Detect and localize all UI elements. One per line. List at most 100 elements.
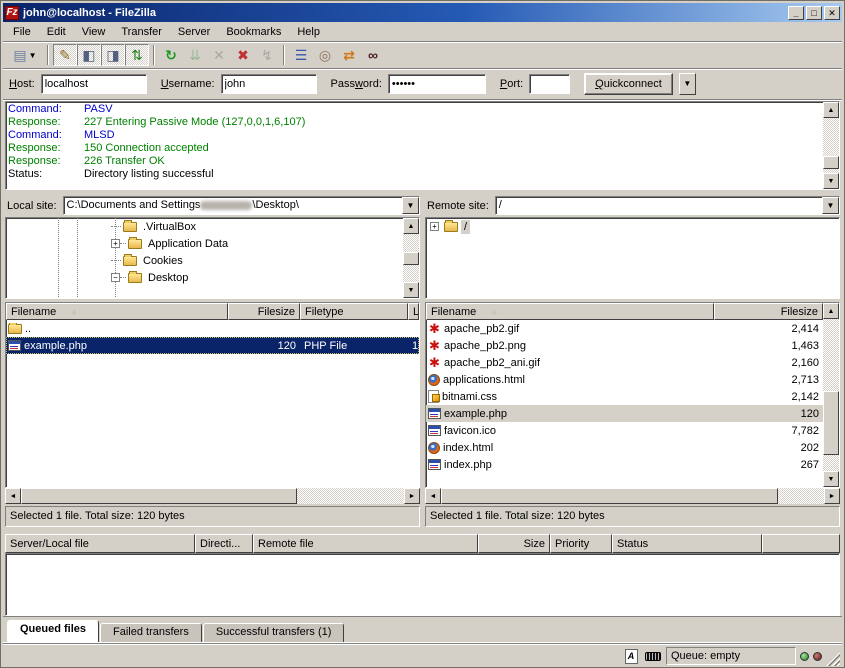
password-input[interactable] [388, 74, 486, 94]
column-header-filesize[interactable]: Filesize [228, 303, 300, 320]
port-input[interactable] [529, 74, 570, 94]
column-header-server-local-file[interactable]: Server/Local file [5, 534, 195, 553]
toggle-queue-view-button[interactable]: ⇅ [125, 44, 149, 66]
local-list-header: Filename▲ Filesize Filetype L [6, 303, 419, 320]
speed-limit-icon[interactable] [644, 648, 662, 664]
scroll-down-icon[interactable]: ▼ [403, 282, 419, 298]
log-scrollbar[interactable]: ▲ ▼ [823, 102, 839, 189]
tree-item-application-data[interactable]: + Application Data [6, 235, 403, 252]
quickconnect-button[interactable]: Quickconnect [584, 73, 673, 95]
host-input[interactable] [41, 74, 147, 94]
filezilla-window: Fz john@localhost - FileZilla _ □ ✕ File… [0, 0, 845, 668]
resize-grip[interactable] [826, 652, 840, 666]
scroll-down-icon[interactable]: ▼ [823, 173, 839, 189]
file-row[interactable]: index.html 202 [426, 439, 823, 456]
scroll-left-icon[interactable]: ◄ [5, 488, 21, 504]
site-manager-button[interactable]: ▤ ▼ [7, 44, 43, 66]
local-site-combo[interactable]: C:\Documents and Settings\Desktop\ ▼ [63, 196, 420, 215]
maximize-button[interactable]: □ [806, 6, 822, 20]
tab-queued-files[interactable]: Queued files [7, 620, 99, 642]
reconnect-button[interactable]: ↯ [255, 44, 279, 66]
toggle-local-tree-button[interactable]: ◧ [77, 44, 101, 66]
toggle-log-view-button[interactable]: ✎ [53, 44, 77, 66]
synchronized-browsing-button[interactable]: ⇄ [337, 44, 361, 66]
column-header-size[interactable]: Size [478, 534, 550, 553]
chevron-down-icon[interactable]: ▼ [402, 197, 419, 214]
scroll-up-icon[interactable]: ▲ [403, 218, 419, 234]
process-queue-button[interactable]: ⇊ [183, 44, 207, 66]
column-header-remote-file[interactable]: Remote file [253, 534, 478, 553]
file-row-parent-dir[interactable]: .. [6, 320, 419, 337]
tab-failed-transfers[interactable]: Failed transfers [100, 623, 202, 642]
file-row-example-php[interactable]: example.php 120 PHP File 1 [6, 337, 419, 354]
column-header-filesize[interactable]: Filesize [714, 303, 823, 320]
refresh-button[interactable]: ↻ [159, 44, 183, 66]
menu-view[interactable]: View [74, 23, 114, 41]
file-row[interactable]: ✱apache_pb2_ani.gif 2,160 [426, 354, 823, 371]
local-tree-scrollbar[interactable]: ▲ ▼ [403, 218, 419, 298]
file-row[interactable]: favicon.ico 7,782 [426, 422, 823, 439]
column-header-filetype[interactable]: Filetype [300, 303, 408, 320]
file-row[interactable]: ✱apache_pb2.gif 2,414 [426, 320, 823, 337]
firefox-html-icon [428, 442, 440, 454]
file-row-example-php[interactable]: example.php 120 [426, 405, 823, 422]
scrollbar-thumb[interactable] [403, 252, 419, 265]
column-header-status[interactable]: Status [612, 534, 762, 553]
directory-comparison-button[interactable]: ◎ [313, 44, 337, 66]
chevron-down-icon[interactable]: ▼ [822, 197, 839, 214]
remote-list-scrollbar[interactable]: ▲ ▼ [823, 303, 839, 487]
username-input[interactable] [221, 74, 317, 94]
column-header-filename[interactable]: Filename▲ [426, 303, 714, 320]
remote-site-label: Remote site: [425, 200, 493, 212]
local-hscrollbar[interactable]: ◄ ► [5, 488, 420, 504]
log-text: 226 Transfer OK [84, 155, 165, 168]
menu-file[interactable]: File [5, 23, 39, 41]
column-header-direction[interactable]: Directi... [195, 534, 253, 553]
toggle-remote-tree-button[interactable]: ◨ [101, 44, 125, 66]
scroll-up-icon[interactable]: ▲ [823, 303, 839, 319]
remote-site-combo[interactable]: / ▼ [495, 196, 840, 215]
menu-bookmarks[interactable]: Bookmarks [218, 23, 289, 41]
scroll-down-icon[interactable]: ▼ [823, 471, 839, 487]
file-row[interactable]: applications.html 2,713 [426, 371, 823, 388]
find-files-button[interactable]: ∞ [361, 44, 385, 66]
collapse-minus-icon[interactable]: − [111, 273, 120, 282]
scroll-up-icon[interactable]: ▲ [823, 102, 839, 118]
cancel-button[interactable]: ✕ [207, 44, 231, 66]
file-row[interactable]: ✱apache_pb2.png 1,463 [426, 337, 823, 354]
scroll-right-icon[interactable]: ► [404, 488, 420, 504]
expand-plus-icon[interactable]: + [430, 222, 439, 231]
expand-plus-icon[interactable]: + [111, 239, 120, 248]
column-header-priority[interactable]: Priority [550, 534, 612, 553]
tree-item-desktop[interactable]: − Desktop [6, 269, 403, 286]
close-button[interactable]: ✕ [824, 6, 840, 20]
scrollbar-thumb[interactable] [823, 391, 839, 455]
tree-item-root[interactable]: + / [426, 218, 839, 235]
scrollbar-thumb[interactable] [823, 156, 839, 169]
disconnect-button[interactable]: ✖ [231, 44, 255, 66]
column-header-last-modified[interactable]: L [408, 303, 419, 320]
tab-successful-transfers[interactable]: Successful transfers (1) [203, 623, 345, 642]
tree-item-virtualbox[interactable]: .VirtualBox [6, 218, 403, 235]
menu-help[interactable]: Help [289, 23, 328, 41]
scroll-right-icon[interactable]: ► [824, 488, 840, 504]
menu-server[interactable]: Server [170, 23, 218, 41]
column-header-filename[interactable]: Filename▲ [6, 303, 228, 320]
menu-transfer[interactable]: Transfer [113, 23, 170, 41]
splitter[interactable] [3, 527, 842, 534]
password-label: Password: [331, 78, 382, 90]
scrollbar-thumb[interactable] [441, 488, 778, 504]
file-row[interactable]: index.php 267 [426, 456, 823, 473]
scrollbar-thumb[interactable] [21, 488, 297, 504]
file-row[interactable]: bitnami.css 2,142 [426, 388, 823, 405]
remote-hscrollbar[interactable]: ◄ ► [425, 488, 840, 504]
filter-button[interactable]: ☰ [289, 44, 313, 66]
menu-edit[interactable]: Edit [39, 23, 74, 41]
ascii-data-type-icon[interactable]: A [622, 648, 640, 664]
remote-path: / [496, 197, 822, 214]
tree-item-cookies[interactable]: Cookies [6, 252, 403, 269]
quickconnect-dropdown-button[interactable]: ▼ [679, 73, 696, 95]
scroll-left-icon[interactable]: ◄ [425, 488, 441, 504]
chevron-down-icon[interactable]: ▼ [29, 51, 37, 60]
minimize-button[interactable]: _ [788, 6, 804, 20]
